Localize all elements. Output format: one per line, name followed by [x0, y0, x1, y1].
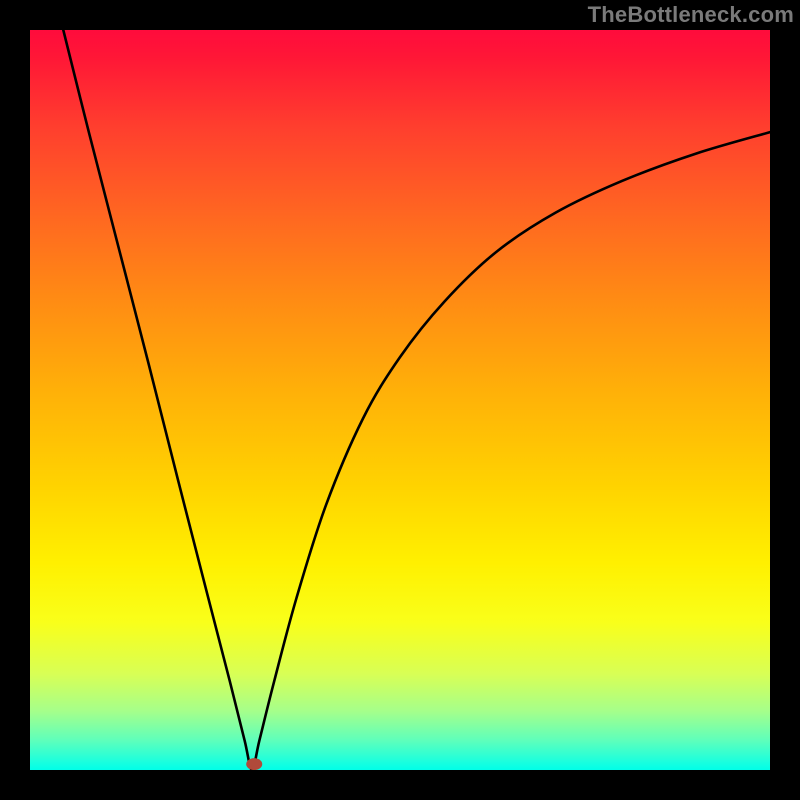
attribution-text: TheBottleneck.com	[588, 2, 794, 28]
optimum-marker	[246, 758, 262, 770]
bottleneck-curve	[63, 30, 770, 770]
curve-svg	[30, 30, 770, 770]
plot-area	[30, 30, 770, 770]
chart-frame: TheBottleneck.com	[0, 0, 800, 800]
